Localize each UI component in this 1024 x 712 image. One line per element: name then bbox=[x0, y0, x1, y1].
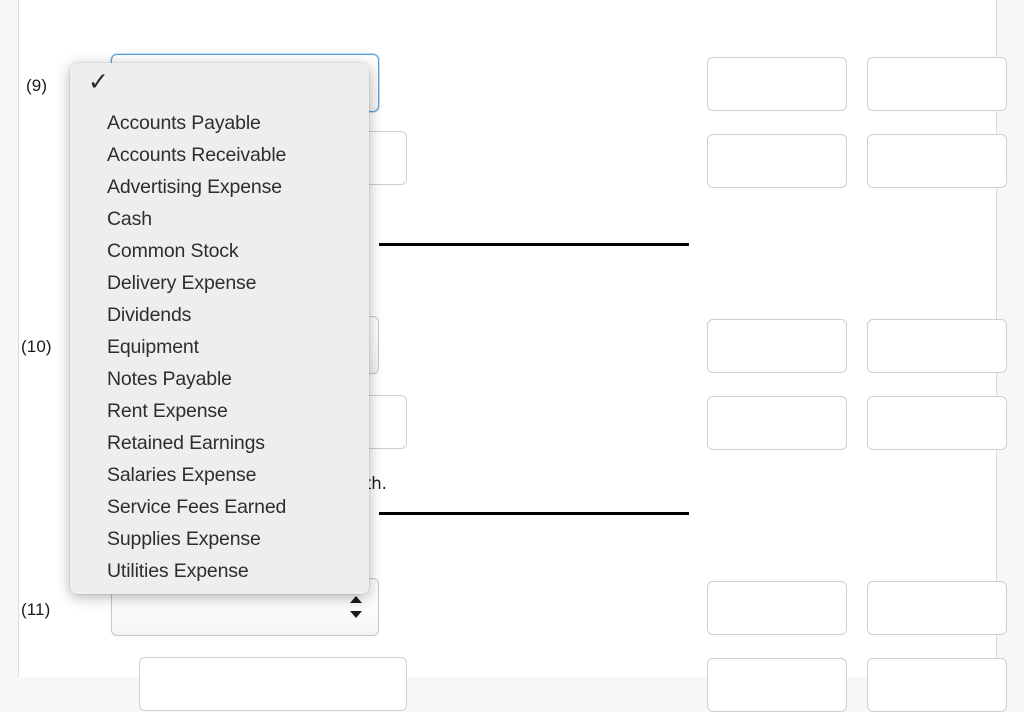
row-number-label-11: (11) bbox=[21, 600, 51, 619]
account-dropdown-popup[interactable]: ✓ Accounts Payable Accounts Receivable Adv… bbox=[70, 63, 369, 594]
dropdown-option[interactable]: Accounts Payable bbox=[70, 107, 369, 139]
entry-separator-rule-1 bbox=[379, 243, 689, 246]
dropdown-option[interactable]: Service Fees Earned bbox=[70, 491, 369, 523]
dropdown-option[interactable]: Supplies Expense bbox=[70, 523, 369, 555]
row-number-label-10: (10) bbox=[21, 337, 52, 356]
debit-amount-10-a[interactable] bbox=[707, 319, 847, 373]
debit-amount-9-a[interactable] bbox=[707, 57, 847, 111]
entry-separator-rule-2 bbox=[379, 512, 689, 515]
row-number-label-9: (9) bbox=[26, 76, 48, 95]
dropdown-option[interactable]: Delivery Expense bbox=[70, 267, 369, 299]
debit-amount-9-b[interactable] bbox=[707, 134, 847, 188]
dropdown-option[interactable]: Accounts Receivable bbox=[70, 139, 369, 171]
dropdown-option[interactable]: Utilities Expense bbox=[70, 555, 369, 587]
dropdown-option-list: Accounts Payable Accounts Receivable Adver… bbox=[70, 107, 369, 587]
dropdown-option[interactable]: Cash bbox=[70, 203, 369, 235]
dropdown-selected-row[interactable]: ✓ bbox=[70, 63, 369, 107]
dropdown-option[interactable]: Rent Expense bbox=[70, 395, 369, 427]
checkmark-icon: ✓ bbox=[88, 67, 109, 96]
dropdown-option[interactable]: Equipment bbox=[70, 331, 369, 363]
dropdown-option[interactable]: Retained Earnings bbox=[70, 427, 369, 459]
entry-field-11-a[interactable] bbox=[139, 657, 407, 711]
credit-amount-9-a[interactable] bbox=[867, 57, 1007, 111]
stepper-chevrons-icon-11 bbox=[349, 596, 362, 618]
credit-amount-10-a[interactable] bbox=[867, 319, 1007, 373]
credit-amount-11-b[interactable] bbox=[867, 658, 1007, 712]
debit-amount-10-b[interactable] bbox=[707, 396, 847, 450]
debit-amount-11-a[interactable] bbox=[707, 581, 847, 635]
credit-amount-11-a[interactable] bbox=[867, 581, 1007, 635]
credit-amount-10-b[interactable] bbox=[867, 396, 1007, 450]
debit-amount-11-b[interactable] bbox=[707, 658, 847, 712]
dropdown-option[interactable]: Notes Payable bbox=[70, 363, 369, 395]
dropdown-option[interactable]: Salaries Expense bbox=[70, 459, 369, 491]
credit-amount-9-b[interactable] bbox=[867, 134, 1007, 188]
dropdown-option[interactable]: Dividends bbox=[70, 299, 369, 331]
dropdown-option[interactable]: Common Stock bbox=[70, 235, 369, 267]
dropdown-option[interactable]: Advertising Expense bbox=[70, 171, 369, 203]
